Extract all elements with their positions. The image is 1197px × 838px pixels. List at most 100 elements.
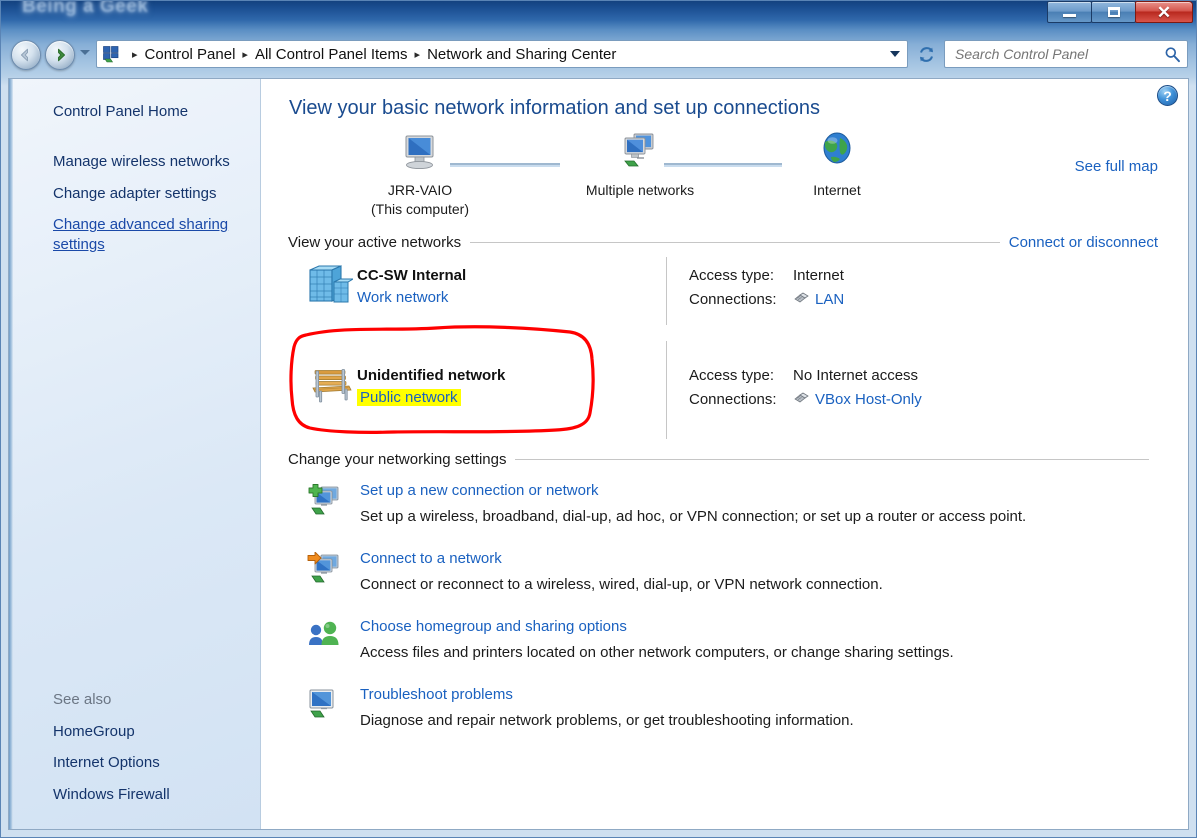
table-row[interactable]: CC-SW Internal Work network Access type:… (288, 257, 1158, 325)
connections-row: Connections: LAN (689, 291, 844, 308)
sidebar-item-control-panel-home[interactable]: Control Panel Home (9, 96, 260, 128)
breadcrumb-separator-2: ▸ (414, 48, 421, 61)
access-type-row: Access type: Internet (689, 267, 844, 284)
access-type-value: Internet (793, 267, 844, 284)
sidebar-item-change-adapter-settings[interactable]: Change adapter settings (9, 178, 260, 210)
task-description: Set up a wireless, broadband, dial-up, a… (360, 508, 1027, 525)
back-button[interactable] (11, 40, 41, 70)
connections-label: Connections: (689, 391, 777, 408)
task-link[interactable]: Set up a new connection or network (360, 482, 598, 499)
search-box[interactable] (944, 40, 1188, 68)
access-type-label: Access type: (689, 267, 775, 284)
task-description: Access files and printers located on oth… (360, 644, 954, 661)
task-body: Set up a new connection or network Set u… (360, 482, 1026, 525)
map-label-multiple-networks: Multiple networks (585, 182, 695, 198)
map-node-internet[interactable]: Internet (782, 130, 892, 198)
sidebar-item-windows-firewall[interactable]: Windows Firewall (9, 779, 260, 811)
task-connect-to-network[interactable]: Connect to a network Connect or reconnec… (288, 550, 1158, 593)
vertical-divider (666, 257, 667, 325)
connect-or-disconnect-link[interactable]: Connect or disconnect (1009, 234, 1158, 251)
search-input[interactable] (955, 46, 1164, 62)
new-connection-icon (307, 482, 360, 525)
sidebar: Control Panel Home Manage wireless netwo… (9, 79, 261, 829)
title-bar: Being a Geek ✕ (0, 0, 1197, 30)
connections-label: Connections: (689, 291, 777, 308)
recent-pages-dropdown-icon[interactable] (80, 50, 90, 55)
globe-icon (823, 132, 851, 164)
see-full-map-link[interactable]: See full map (1075, 158, 1158, 175)
park-bench-icon (307, 365, 357, 410)
network-text-block: CC-SW Internal Work network (357, 265, 466, 307)
network-identity-unidentified-network[interactable]: Unidentified network Public network (288, 341, 666, 410)
breadcrumb[interactable]: ▸ Control Panel ▸ All Control Panel Item… (96, 40, 908, 68)
breadcrumb-item-network-sharing-center[interactable]: Network and Sharing Center (427, 46, 616, 63)
map-link-right (664, 163, 782, 167)
sidebar-item-internet-options[interactable]: Internet Options (9, 747, 260, 779)
network-identity-cc-sw-internal[interactable]: CC-SW Internal Work network (288, 257, 666, 312)
task-link[interactable]: Connect to a network (360, 550, 502, 567)
maximize-button[interactable] (1091, 1, 1136, 23)
breadcrumb-separator-0: ▸ (132, 48, 138, 61)
map-node-this-computer[interactable]: JRR-VAIO (This computer) (360, 130, 480, 217)
homegroup-icon (307, 618, 360, 661)
map-link-left (450, 163, 560, 167)
main-content: ? View your basic network information an… (261, 79, 1188, 829)
chevron-down-icon[interactable] (890, 51, 900, 57)
sidebar-item-manage-wireless-networks[interactable]: Manage wireless networks (9, 146, 260, 178)
help-button[interactable]: ? (1157, 85, 1178, 106)
window-controls: ✕ (1047, 1, 1193, 24)
see-also-heading: See also (53, 690, 112, 708)
client-area: Control Panel Home Manage wireless netwo… (8, 78, 1189, 830)
table-row[interactable]: Unidentified network Public network Acce… (288, 325, 1158, 439)
network-type-link[interactable]: Work network (357, 289, 448, 306)
map-label-internet: Internet (813, 182, 861, 198)
close-button[interactable]: ✕ (1135, 1, 1193, 23)
task-body: Connect to a network Connect or reconnec… (360, 550, 883, 593)
breadcrumb-item-all-items[interactable]: All Control Panel Items (255, 46, 408, 63)
back-arrow-icon (20, 48, 28, 62)
search-icon (1165, 46, 1180, 62)
address-bar: ▸ Control Panel ▸ All Control Panel Item… (0, 38, 1197, 72)
multiple-networks-icon (624, 133, 654, 167)
task-link[interactable]: Troubleshoot problems (360, 686, 513, 703)
divider-line (515, 459, 1149, 460)
window-title: Being a Geek (22, 0, 149, 17)
refresh-button[interactable] (914, 42, 938, 66)
connect-network-icon (307, 550, 360, 593)
access-type-value: No Internet access (793, 367, 919, 384)
task-body: Troubleshoot problems Diagnose and repai… (360, 686, 854, 729)
network-cable-icon (793, 391, 815, 408)
computer-icon (405, 135, 434, 170)
access-type-label: Access type: (689, 367, 775, 384)
connections-row: Connections: VBox Host-Only (689, 391, 922, 408)
networking-settings-label: Change your networking settings (288, 451, 507, 468)
forward-button[interactable] (45, 40, 75, 70)
networking-settings-header: Change your networking settings (288, 451, 1158, 468)
network-type-link[interactable]: Public network (357, 389, 461, 406)
task-description: Connect or reconnect to a wireless, wire… (360, 576, 883, 593)
breadcrumb-item-control-panel[interactable]: Control Panel (145, 46, 236, 63)
minimize-button[interactable] (1047, 1, 1092, 23)
task-description: Diagnose and repair network problems, or… (360, 712, 854, 729)
network-details-cc-sw-internal: Access type: Internet Connections: LAN (689, 257, 844, 315)
close-icon: ✕ (1156, 2, 1172, 22)
control-panel-icon (102, 45, 120, 63)
task-body: Choose homegroup and sharing options Acc… (360, 618, 954, 661)
network-name: Unidentified network (357, 367, 506, 384)
vertical-divider (666, 341, 667, 439)
control-panel-window: Being a Geek ✕ ▸ Control Panel ▸ All Con… (0, 0, 1197, 838)
task-troubleshoot-problems[interactable]: Troubleshoot problems Diagnose and repai… (288, 686, 1158, 729)
sidebar-item-homegroup[interactable]: HomeGroup (9, 716, 260, 748)
sidebar-item-change-advanced-sharing-settings[interactable]: Change advanced sharing settings (9, 209, 260, 261)
access-type-row: Access type: No Internet access (689, 367, 922, 384)
maximize-icon (1107, 7, 1120, 17)
connection-link[interactable]: VBox Host-Only (815, 391, 922, 408)
task-link[interactable]: Choose homegroup and sharing options (360, 618, 627, 635)
task-choose-homegroup[interactable]: Choose homegroup and sharing options Acc… (288, 618, 1158, 661)
network-details-unidentified-network: Access type: No Internet access Connecti… (689, 341, 922, 415)
task-set-up-new-connection[interactable]: Set up a new connection or network Set u… (288, 482, 1158, 525)
connection-link[interactable]: LAN (815, 291, 844, 308)
map-label-this-computer: (This computer) (370, 201, 470, 217)
office-buildings-icon (307, 265, 357, 312)
